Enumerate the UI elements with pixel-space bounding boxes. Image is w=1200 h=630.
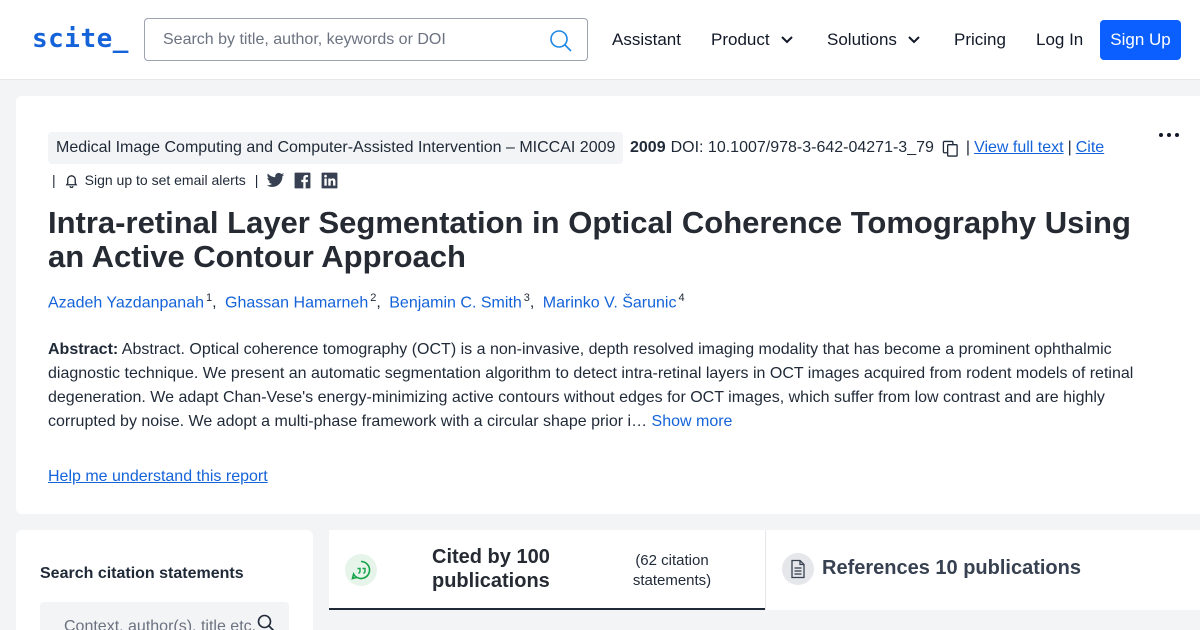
venue-badge[interactable]: Medical Image Computing and Computer-Ass… [48,132,624,164]
abstract: Abstract: Abstract. Optical coherence to… [48,338,1158,434]
bell-icon [65,174,78,188]
author-link[interactable]: Azadeh Yazdanpanah [48,294,204,311]
scite-logo[interactable]: scite_ [32,24,129,54]
author-separator: , [376,294,381,312]
separator: | [52,172,56,188]
facebook-icon[interactable] [293,171,312,190]
search-input[interactable] [146,20,536,59]
citation-search-box [40,602,289,630]
sign-up-button[interactable]: Sign Up [1100,20,1181,60]
citation-search-panel: Search citation statements [16,530,313,630]
author-link[interactable]: Marinko V. Šarunic [543,294,677,311]
linkedin-icon[interactable] [320,171,339,190]
nav-pricing[interactable]: Pricing [954,30,1006,50]
citation-tabs: Cited by 100 publications (62 citation s… [329,530,1200,610]
nav-assistant-label: Assistant [612,30,681,49]
nav-assistant[interactable]: Assistant [612,30,681,50]
chevron-down-icon [908,36,920,44]
paper-meta: 2009 DOI: 10.1007/978-3-642-04271-3_79 |… [630,132,1104,164]
show-more-link[interactable]: Show more [652,413,733,430]
tab-cited-by[interactable]: Cited by 100 publications (62 citation s… [329,530,765,610]
author-list: Azadeh Yazdanpanah 1, Ghassan Hamarneh 2, … [48,292,685,312]
chevron-down-icon [780,36,793,44]
nav-login[interactable]: Log In [1036,30,1083,50]
separator: | [1067,139,1072,156]
document-icon [782,553,814,585]
cited-by-label: Cited by 100 publications [432,546,550,592]
separator: | [965,139,971,156]
references-label: References 10 publications [822,557,1081,579]
alert-row: | Sign up to set email alerts | [52,169,339,191]
help-understand-link[interactable]: Help me understand this report [48,468,268,486]
more-options-icon[interactable] [1154,120,1184,150]
citation-search-input[interactable] [40,602,260,630]
tab-references[interactable]: References 10 publications [766,530,1200,610]
abstract-text: Abstract. Optical coherence tomography (… [48,341,1134,430]
author-link[interactable]: Benjamin C. Smith [389,294,522,311]
nav-login-label: Log In [1036,30,1084,49]
citation-quote-icon [345,554,377,586]
author-affiliation-number: 4 [678,292,685,304]
paper-title: Intra-retinal Layer Segmentation in Opti… [48,205,1131,274]
paper-card: Medical Image Computing and Computer-Ass… [16,96,1200,514]
nav-solutions-dropdown[interactable]: Solutions [827,30,921,50]
publication-year: 2009 [630,139,666,156]
search-icon[interactable] [257,614,275,630]
cite-link[interactable]: Cite [1076,132,1104,164]
search-box [144,18,588,61]
nav-product-dropdown[interactable]: Product [711,30,794,50]
author-link[interactable]: Ghassan Hamarneh [225,294,368,311]
abstract-label: Abstract: [48,341,119,358]
doi-text: DOI: 10.1007/978-3-642-04271-3_79 [670,139,934,156]
citation-search-title: Search citation statements [40,565,244,582]
author-affiliation-number: 3 [523,292,530,304]
author-separator: , [212,294,217,312]
nav-pricing-label: Pricing [954,30,1006,49]
twitter-icon[interactable] [266,171,285,190]
view-full-text-link[interactable]: View full text [974,132,1064,164]
author-separator: , [529,294,535,312]
copy-icon[interactable] [942,140,959,157]
separator: | [254,172,259,188]
citation-statements-count: (62 citation statements) [632,552,712,589]
search-icon[interactable] [549,29,573,53]
email-alert-link[interactable]: Sign up to set email alerts [85,172,246,188]
top-navigation-bar: scite_ Assistant Product Solutions Prici… [0,0,1200,80]
nav-product-label: Product [711,30,770,49]
nav-solutions-label: Solutions [827,30,897,49]
